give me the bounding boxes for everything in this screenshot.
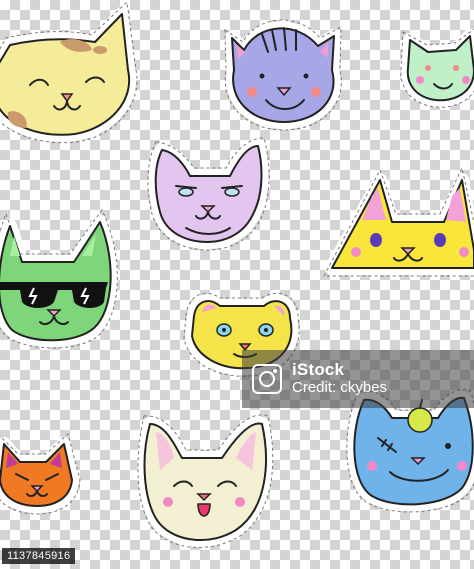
istock-logo-icon [250,362,284,396]
orange-cat-sticker [0,433,81,515]
image-id-label: 1137845916 [2,548,76,564]
ivory-cat-sticker [137,414,274,548]
watermark-brand: iStock [292,360,345,379]
lilac-cat-sticker [147,137,270,251]
periwinkle-cat-sticker [224,19,342,131]
mint-cat-sticker [400,28,474,108]
watermark-overlay: iStock Credit: ckybes [242,350,474,408]
sticker-sheet: .o { stroke: #222; stroke-width: 2; stro… [0,0,474,548]
green-cool-cat-sticker [0,209,118,349]
yellow-cat-sticker [323,166,474,277]
watermark-credit: Credit: ckybes [292,379,388,396]
cream-cat-sticker [0,0,138,144]
